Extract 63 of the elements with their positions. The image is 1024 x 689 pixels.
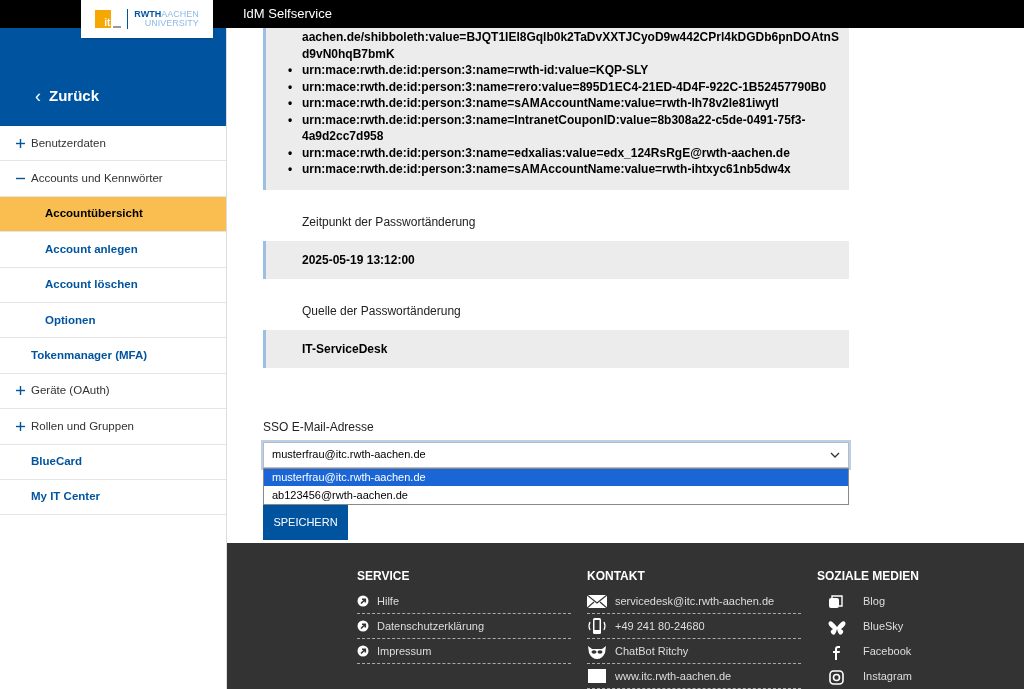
email-select[interactable]: musterfrau@itc.rwth-aachen.de — [263, 441, 849, 468]
footer-link[interactable]: ChatBot Ritchy — [615, 642, 689, 660]
phone-icon — [587, 618, 607, 634]
menu-item[interactable]: Rollen und Gruppen — [31, 417, 134, 435]
arrow-circle-icon — [357, 620, 369, 632]
footer-link[interactable]: servicedesk@itc.rwth-aachen.de — [615, 592, 775, 610]
field-label: SSO E-Mail-Adresse — [263, 418, 375, 436]
footer-link[interactable]: Datenschutzerklärung — [377, 617, 484, 635]
plus-icon[interactable] — [16, 421, 25, 431]
menu-item[interactable]: Benutzerdaten — [31, 134, 106, 152]
footer-heading: SOZIALE MEDIEN — [817, 568, 920, 585]
save-button[interactable]: SPEICHERN — [263, 504, 348, 540]
field-value: IT-ServiceDesk — [263, 329, 849, 368]
list-text: urn:mace:rwth.de:id:person:3:name=sAMAccountName:value=rwth-ihtxyc61nb5dw4x — [302, 161, 791, 178]
footer-link[interactable]: Instagram — [863, 668, 912, 685]
arrow-circle-icon — [357, 595, 369, 607]
footer-link[interactable]: Facebook — [863, 643, 912, 660]
menu-link[interactable]: My IT Center — [31, 488, 100, 506]
logo-text: UNIVERSITY — [143, 19, 199, 28]
field-label: Zeitpunkt der Passwortänderung — [301, 213, 477, 231]
footer-link[interactable]: www.itc.rwth-aachen.de — [615, 667, 732, 685]
plus-icon[interactable] — [16, 386, 25, 396]
menu-item[interactable]: Geräte (OAuth) — [31, 382, 110, 400]
footer-link[interactable]: +49 241 80-24680 — [615, 617, 705, 635]
footer-link[interactable]: Hilfe — [377, 592, 399, 610]
footer-link[interactable]: Blog — [863, 593, 886, 610]
dropdown-option[interactable]: ab123456@rwth-aachen.de — [264, 486, 848, 504]
list-text: urn:mace:rwth.de:id:person:3:name=edxalias:value=edx_124RsRgE@rwth-aachen.de — [302, 144, 790, 161]
footer-link[interactable]: Impressum — [377, 642, 432, 660]
list-text: urn:mace:rwth.de:id:person:3:name=rwth-id:value=KQP-SLY — [302, 62, 649, 79]
screen-icon — [587, 668, 607, 684]
plus-icon[interactable] — [16, 138, 25, 148]
menu-link[interactable]: Account löschen — [45, 276, 138, 294]
list-text: urn:mace:rwth.de:id:person:3:name=sAMAccountName:value=rwth-lh78v2le81iwytl — [302, 95, 779, 112]
back-link[interactable]: ‹ Zurück — [35, 83, 99, 110]
bullet: • — [288, 144, 294, 161]
field-value: 2025-05-19 13:12:00 — [263, 240, 849, 279]
menu-link[interactable]: Optionen — [45, 311, 96, 329]
footer-link[interactable]: BlueSky — [863, 618, 904, 635]
bullet: • — [288, 78, 294, 95]
bullet: • — [288, 111, 294, 129]
menu-link[interactable]: BlueCard — [31, 453, 83, 471]
menu-link[interactable]: Tokenmanager (MFA) — [31, 346, 148, 365]
footer-heading: KONTAKT — [587, 568, 646, 585]
list-text: urn:mace:rwth.de:id:person:3:name=rero:value=895D1EC4-21ED-4D4F-922C-1B52457790B0 — [302, 78, 827, 95]
logo-text: RWTH — [134, 10, 162, 19]
footer-heading: SERVICE — [357, 568, 411, 585]
chevron-down-icon — [830, 451, 840, 458]
arrow-circle-icon — [357, 645, 369, 657]
app-title: IdM Selfservice — [243, 5, 332, 23]
bullet: • — [288, 161, 294, 178]
mail-icon — [587, 593, 607, 609]
logo-mark — [113, 26, 122, 28]
logo-badge: it — [95, 10, 112, 28]
bullet: • — [288, 62, 294, 79]
dropdown-option[interactable]: musterfrau@itc.rwth-aachen.de — [264, 468, 848, 486]
logo-text: AACHEN — [161, 10, 199, 19]
butterfly-icon — [827, 618, 847, 635]
instagram-icon — [827, 668, 847, 685]
menu-link[interactable]: Account anlegen — [45, 240, 138, 258]
bullet: • — [288, 95, 294, 112]
field-label: Quelle der Passwortänderung — [301, 302, 462, 320]
menu-item[interactable]: Accounts und Kennwörter — [31, 169, 163, 188]
